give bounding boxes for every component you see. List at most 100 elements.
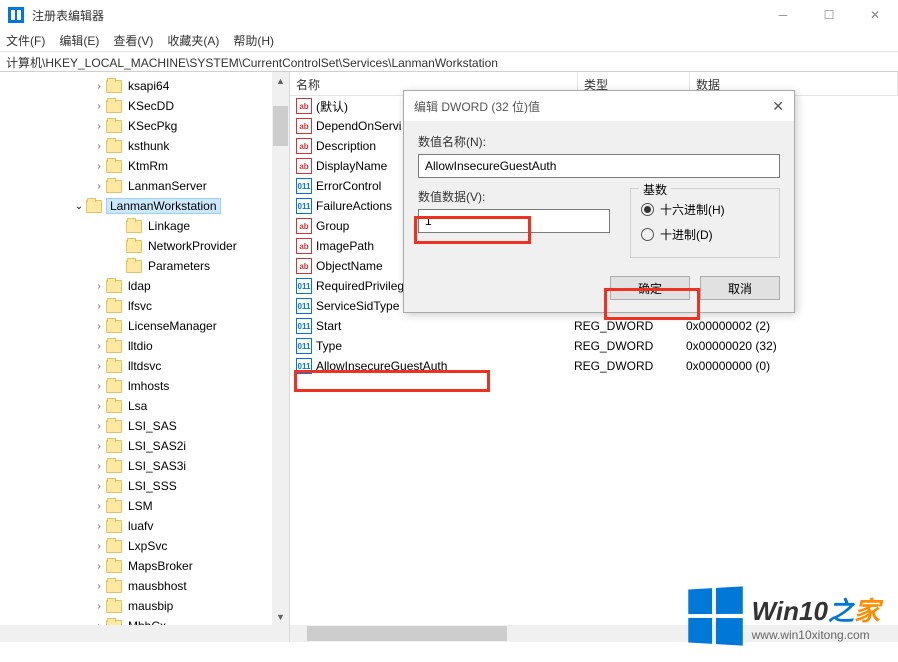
chevron-right-icon[interactable]: › (92, 341, 106, 352)
tree-item-label: LSI_SAS (126, 419, 179, 433)
tree-item-networkprovider[interactable]: NetworkProvider (2, 236, 289, 256)
cancel-button[interactable]: 取消 (700, 276, 780, 300)
tree-item-lsa[interactable]: ›Lsa (2, 396, 289, 416)
tree-item-lsi_sss[interactable]: ›LSI_SSS (2, 476, 289, 496)
value-name-field[interactable] (418, 154, 780, 178)
tree-item-luafv[interactable]: ›luafv (2, 516, 289, 536)
chevron-right-icon[interactable]: › (92, 141, 106, 152)
minimize-button[interactable]: ─ (760, 0, 806, 30)
chevron-right-icon[interactable]: › (92, 581, 106, 592)
chevron-right-icon[interactable]: › (92, 321, 106, 332)
tree-item-label: ksthunk (126, 139, 171, 153)
tree-item-ksthunk[interactable]: › ksthunk (2, 136, 289, 156)
chevron-right-icon[interactable]: › (92, 501, 106, 512)
tree-item-lsi_sas3i[interactable]: ›LSI_SAS3i (2, 456, 289, 476)
tree-vscroll[interactable]: ▲ ▼ (272, 72, 289, 625)
close-button[interactable]: ✕ (852, 0, 898, 30)
chevron-right-icon[interactable]: › (92, 521, 106, 532)
tree-item-label: lltdsvc (126, 359, 163, 373)
binary-value-icon: 011 (296, 278, 312, 294)
folder-icon (106, 500, 122, 513)
dialog-titlebar[interactable]: 编辑 DWORD (32 位)值 ✕ (404, 91, 794, 121)
tree-item-lsm[interactable]: ›LSM (2, 496, 289, 516)
tree-item-lltdsvc[interactable]: › lltdsvc (2, 356, 289, 376)
value-type: REG_DWORD (574, 359, 686, 373)
list-row[interactable]: 011StartREG_DWORD0x00000002 (2) (290, 316, 898, 336)
chevron-right-icon[interactable]: › (92, 401, 106, 412)
scroll-thumb[interactable] (273, 106, 288, 146)
menu-help[interactable]: 帮助(H) (233, 32, 274, 49)
folder-icon (126, 260, 142, 273)
radio-hex-label: 十六进制(H) (660, 201, 725, 218)
tree-item-lanmanserver[interactable]: ›LanmanServer (2, 176, 289, 196)
chevron-right-icon[interactable]: › (92, 81, 106, 92)
tree-item-mapsbroker[interactable]: ›MapsBroker (2, 556, 289, 576)
tree-item-parameters[interactable]: Parameters (2, 256, 289, 276)
chevron-right-icon[interactable]: › (92, 481, 106, 492)
value-type: REG_DWORD (574, 319, 686, 333)
tree-item-ksapi64[interactable]: ›ksapi64 (2, 76, 289, 96)
tree-item-lanmanworkstation[interactable]: ⌄LanmanWorkstation (2, 196, 289, 216)
list-row[interactable]: 011TypeREG_DWORD0x00000020 (32) (290, 336, 898, 356)
tree-item-linkage[interactable]: Linkage (2, 216, 289, 236)
chevron-down-icon[interactable]: ⌄ (72, 201, 86, 212)
menu-file[interactable]: 文件(F) (6, 32, 45, 49)
tree-hscroll[interactable] (0, 625, 289, 642)
chevron-right-icon[interactable]: › (92, 361, 106, 372)
tree-item-lmhosts[interactable]: ›lmhosts (2, 376, 289, 396)
radio-dec[interactable]: 十进制(D) (641, 222, 769, 247)
scroll-up-icon[interactable]: ▲ (272, 72, 289, 89)
tree-item-ldap[interactable]: ›ldap (2, 276, 289, 296)
tree-item-licensemanager[interactable]: ›LicenseManager (2, 316, 289, 336)
folder-icon (106, 520, 122, 533)
tree-item-label: KSecDD (126, 99, 176, 113)
folder-icon (86, 200, 102, 213)
tree-item-ksecdd[interactable]: › KSecDD (2, 96, 289, 116)
tree-item-lsi_sas2i[interactable]: ›LSI_SAS2i (2, 436, 289, 456)
menu-edit[interactable]: 编辑(E) (59, 32, 99, 49)
chevron-right-icon[interactable]: › (92, 301, 106, 312)
dialog-close-icon[interactable]: ✕ (772, 98, 784, 115)
tree-item-ktmrm[interactable]: ›KtmRm (2, 156, 289, 176)
folder-icon (106, 380, 122, 393)
tree-item-lxpsvc[interactable]: ›LxpSvc (2, 536, 289, 556)
value-data-label: 数值数据(V): (418, 188, 610, 205)
string-value-icon: ab (296, 98, 312, 114)
tree-item-ksecpkg[interactable]: ›KSecPkg (2, 116, 289, 136)
tree-item-lsi_sas[interactable]: › LSI_SAS (2, 416, 289, 436)
value-data-field[interactable] (418, 209, 610, 233)
tree-item-lfsvc[interactable]: ›lfsvc (2, 296, 289, 316)
scroll-thumb[interactable] (307, 626, 507, 641)
tree-item-label: lltdio (126, 339, 155, 353)
chevron-right-icon[interactable]: › (92, 381, 106, 392)
chevron-right-icon[interactable]: › (92, 441, 106, 452)
menu-favorites[interactable]: 收藏夹(A) (167, 32, 219, 49)
radio-hex[interactable]: 十六进制(H) (641, 197, 769, 222)
address-bar[interactable]: 计算机\HKEY_LOCAL_MACHINE\SYSTEM\CurrentCon… (0, 52, 898, 72)
chevron-right-icon[interactable]: › (92, 561, 106, 572)
folder-icon (106, 460, 122, 473)
chevron-right-icon[interactable]: › (92, 281, 106, 292)
ok-button[interactable]: 确定 (610, 276, 690, 300)
chevron-right-icon[interactable]: › (92, 461, 106, 472)
chevron-right-icon[interactable]: › (92, 121, 106, 132)
tree-item-lltdio[interactable]: › lltdio (2, 336, 289, 356)
folder-icon (106, 560, 122, 573)
value-data: 0x00000020 (32) (686, 339, 898, 353)
folder-icon (106, 400, 122, 413)
list-row[interactable]: 011AllowInsecureGuestAuthREG_DWORD0x0000… (290, 356, 898, 376)
scroll-down-icon[interactable]: ▼ (272, 608, 289, 625)
base-fieldset: 基数 十六进制(H) 十进制(D) (630, 188, 780, 258)
folder-icon (106, 300, 122, 313)
tree-item-mausbip[interactable]: ›mausbip (2, 596, 289, 616)
chevron-right-icon[interactable]: › (92, 101, 106, 112)
tree-item-mausbhost[interactable]: ›mausbhost (2, 576, 289, 596)
tree-item-label: Linkage (146, 219, 192, 233)
maximize-button[interactable]: ☐ (806, 0, 852, 30)
menu-view[interactable]: 查看(V) (113, 32, 153, 49)
chevron-right-icon[interactable]: › (92, 541, 106, 552)
chevron-right-icon[interactable]: › (92, 181, 106, 192)
chevron-right-icon[interactable]: › (92, 421, 106, 432)
chevron-right-icon[interactable]: › (92, 601, 106, 612)
chevron-right-icon[interactable]: › (92, 161, 106, 172)
